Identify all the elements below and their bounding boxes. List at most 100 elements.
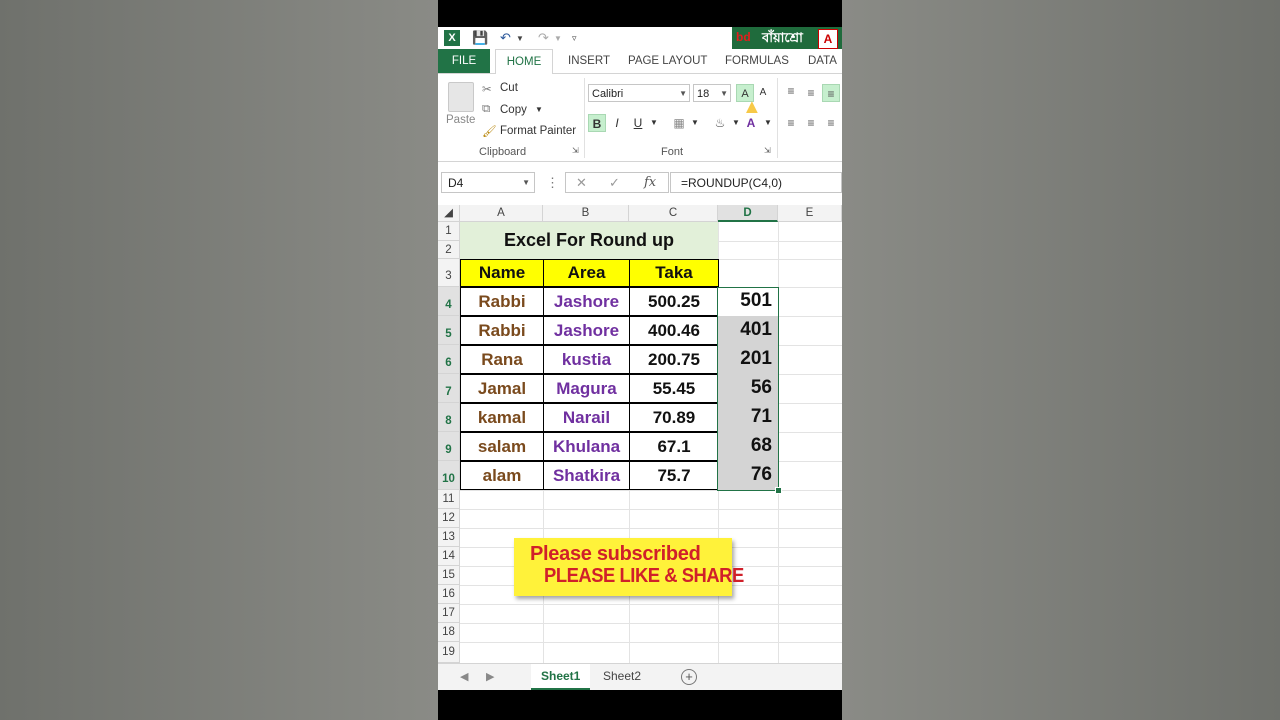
sheet-tab-sheet1[interactable]: Sheet1 bbox=[531, 664, 591, 690]
row-header[interactable]: 16 bbox=[438, 585, 460, 604]
cell-taka[interactable]: 67.1 bbox=[629, 432, 719, 461]
row-header[interactable]: 3 bbox=[438, 259, 460, 287]
select-all-corner[interactable]: ◢ bbox=[438, 205, 460, 222]
row-header[interactable]: 18 bbox=[438, 623, 460, 642]
cell-name[interactable]: Jamal bbox=[460, 374, 544, 403]
header-cell-area[interactable]: Area bbox=[543, 259, 630, 287]
row-header[interactable]: 1 bbox=[438, 222, 460, 241]
tab-file[interactable]: FILE bbox=[438, 49, 490, 73]
font-name-select[interactable]: Calibri ▼ bbox=[588, 84, 690, 102]
customize-qat-icon[interactable]: ▿ bbox=[572, 33, 577, 44]
cell-rounded[interactable]: 68 bbox=[718, 432, 778, 461]
cell-area[interactable]: Jashore bbox=[543, 316, 630, 345]
undo-icon[interactable]: ↶ bbox=[500, 30, 511, 46]
tab-data[interactable]: DATA bbox=[808, 49, 837, 73]
row-header[interactable]: 14 bbox=[438, 547, 460, 566]
cell-area[interactable]: Magura bbox=[543, 374, 630, 403]
copy-button[interactable]: Copy bbox=[500, 104, 527, 116]
cell-taka[interactable]: 500.25 bbox=[629, 287, 719, 316]
align-bottom-icon[interactable]: ≡ bbox=[822, 84, 840, 102]
row-header[interactable]: 2 bbox=[438, 241, 460, 259]
scroll-left-icon[interactable]: ◀ bbox=[460, 670, 468, 683]
row-header[interactable]: 10 bbox=[438, 461, 460, 490]
cell-name[interactable]: Rabbi bbox=[460, 316, 544, 345]
cell-taka[interactable]: 400.46 bbox=[629, 316, 719, 345]
column-header-a[interactable]: A bbox=[460, 205, 543, 222]
cell-taka[interactable]: 70.89 bbox=[629, 403, 719, 432]
row-header[interactable]: 7 bbox=[438, 374, 460, 403]
cell-taka[interactable]: 55.45 bbox=[629, 374, 719, 403]
cell-name[interactable]: Rana bbox=[460, 345, 544, 374]
cell-name[interactable]: alam bbox=[460, 461, 544, 490]
row-header[interactable]: 13 bbox=[438, 528, 460, 547]
align-middle-icon[interactable]: ≡ bbox=[802, 84, 820, 102]
header-cell-taka[interactable]: Taka bbox=[629, 259, 719, 287]
more-options-icon[interactable]: ⋮ bbox=[546, 175, 559, 191]
save-icon[interactable]: 💾 bbox=[472, 30, 488, 46]
cell-area[interactable]: Narail bbox=[543, 403, 630, 432]
cell-rounded[interactable]: 71 bbox=[718, 403, 778, 432]
add-sheet-icon[interactable]: + bbox=[681, 669, 697, 685]
tab-insert[interactable]: INSERT bbox=[568, 49, 610, 73]
header-cell-name[interactable]: Name bbox=[460, 259, 544, 287]
borders-dropdown-icon[interactable]: ▼ bbox=[691, 118, 699, 127]
row-header[interactable]: 4 bbox=[438, 287, 460, 316]
bold-button[interactable]: B bbox=[588, 114, 606, 132]
borders-icon[interactable]: ▦ bbox=[670, 114, 688, 132]
cut-button[interactable]: Cut bbox=[500, 82, 518, 94]
align-center-icon[interactable]: ≡ bbox=[802, 114, 820, 132]
column-header-c[interactable]: C bbox=[629, 205, 718, 222]
clipboard-launcher-icon[interactable]: ⇲ bbox=[572, 146, 579, 155]
cell-name[interactable]: kamal bbox=[460, 403, 544, 432]
row-header[interactable]: 17 bbox=[438, 604, 460, 623]
underline-button[interactable]: U bbox=[629, 114, 647, 132]
undo-dropdown-icon[interactable]: ▼ bbox=[516, 34, 524, 43]
cell-area[interactable]: Jashore bbox=[543, 287, 630, 316]
name-box[interactable]: D4 ▼ bbox=[441, 172, 535, 193]
paste-button-label[interactable]: Paste bbox=[446, 114, 475, 126]
row-header[interactable]: 8 bbox=[438, 403, 460, 432]
fill-color-icon[interactable]: ♨ bbox=[711, 114, 729, 132]
format-painter-button[interactable]: Format Painter bbox=[500, 125, 576, 137]
scroll-right-icon[interactable]: ▶ bbox=[486, 670, 494, 683]
cell-rounded[interactable]: 401 bbox=[718, 316, 778, 345]
cell-rounded[interactable]: 76 bbox=[718, 461, 778, 490]
cell-rounded[interactable]: 201 bbox=[718, 345, 778, 374]
font-color-dropdown-icon[interactable]: ▼ bbox=[764, 118, 772, 127]
row-header[interactable]: 12 bbox=[438, 509, 460, 528]
font-color-icon[interactable]: A bbox=[742, 114, 760, 132]
align-top-icon[interactable]: ≡ bbox=[782, 82, 800, 100]
cell-rounded[interactable]: 56 bbox=[718, 374, 778, 403]
paste-icon[interactable] bbox=[448, 82, 474, 112]
italic-button[interactable]: I bbox=[608, 114, 626, 132]
tab-home[interactable]: HOME bbox=[495, 49, 553, 75]
column-header-b[interactable]: B bbox=[543, 205, 629, 222]
sheet-tab-sheet2[interactable]: Sheet2 bbox=[593, 664, 651, 688]
sheet-title-cell[interactable]: Excel For Round up bbox=[460, 222, 718, 259]
cell-area[interactable]: Khulana bbox=[543, 432, 630, 461]
row-header[interactable]: 9 bbox=[438, 432, 460, 461]
copy-dropdown-icon[interactable]: ▼ bbox=[535, 105, 543, 114]
font-size-select[interactable]: 18 ▼ bbox=[693, 84, 731, 102]
redo-icon[interactable]: ↷ bbox=[538, 30, 549, 46]
cancel-icon[interactable]: ✕ bbox=[576, 175, 587, 191]
align-left-icon[interactable]: ≡ bbox=[782, 114, 800, 132]
cell-taka[interactable]: 200.75 bbox=[629, 345, 719, 374]
align-right-icon[interactable]: ≡ bbox=[822, 114, 840, 132]
cell-area[interactable]: Shatkira bbox=[543, 461, 630, 490]
insert-function-icon[interactable]: fx bbox=[644, 175, 656, 190]
column-header-d[interactable]: D bbox=[718, 205, 778, 222]
row-header[interactable]: 5 bbox=[438, 316, 460, 345]
tab-page-layout[interactable]: PAGE LAYOUT bbox=[628, 49, 707, 73]
cell-name[interactable]: salam bbox=[460, 432, 544, 461]
row-header[interactable]: 19 bbox=[438, 642, 460, 663]
cell-name[interactable]: Rabbi bbox=[460, 287, 544, 316]
row-header[interactable]: 6 bbox=[438, 345, 460, 374]
formula-input[interactable]: =ROUNDUP(C4,0) bbox=[670, 172, 842, 193]
row-header[interactable]: 11 bbox=[438, 490, 460, 509]
redo-dropdown-icon[interactable]: ▼ bbox=[554, 34, 562, 43]
cell-area[interactable]: kustia bbox=[543, 345, 630, 374]
column-header-e[interactable]: E bbox=[778, 205, 842, 222]
cell-rounded-active[interactable]: 501 bbox=[718, 287, 778, 316]
fill-color-dropdown-icon[interactable]: ▼ bbox=[732, 118, 740, 127]
